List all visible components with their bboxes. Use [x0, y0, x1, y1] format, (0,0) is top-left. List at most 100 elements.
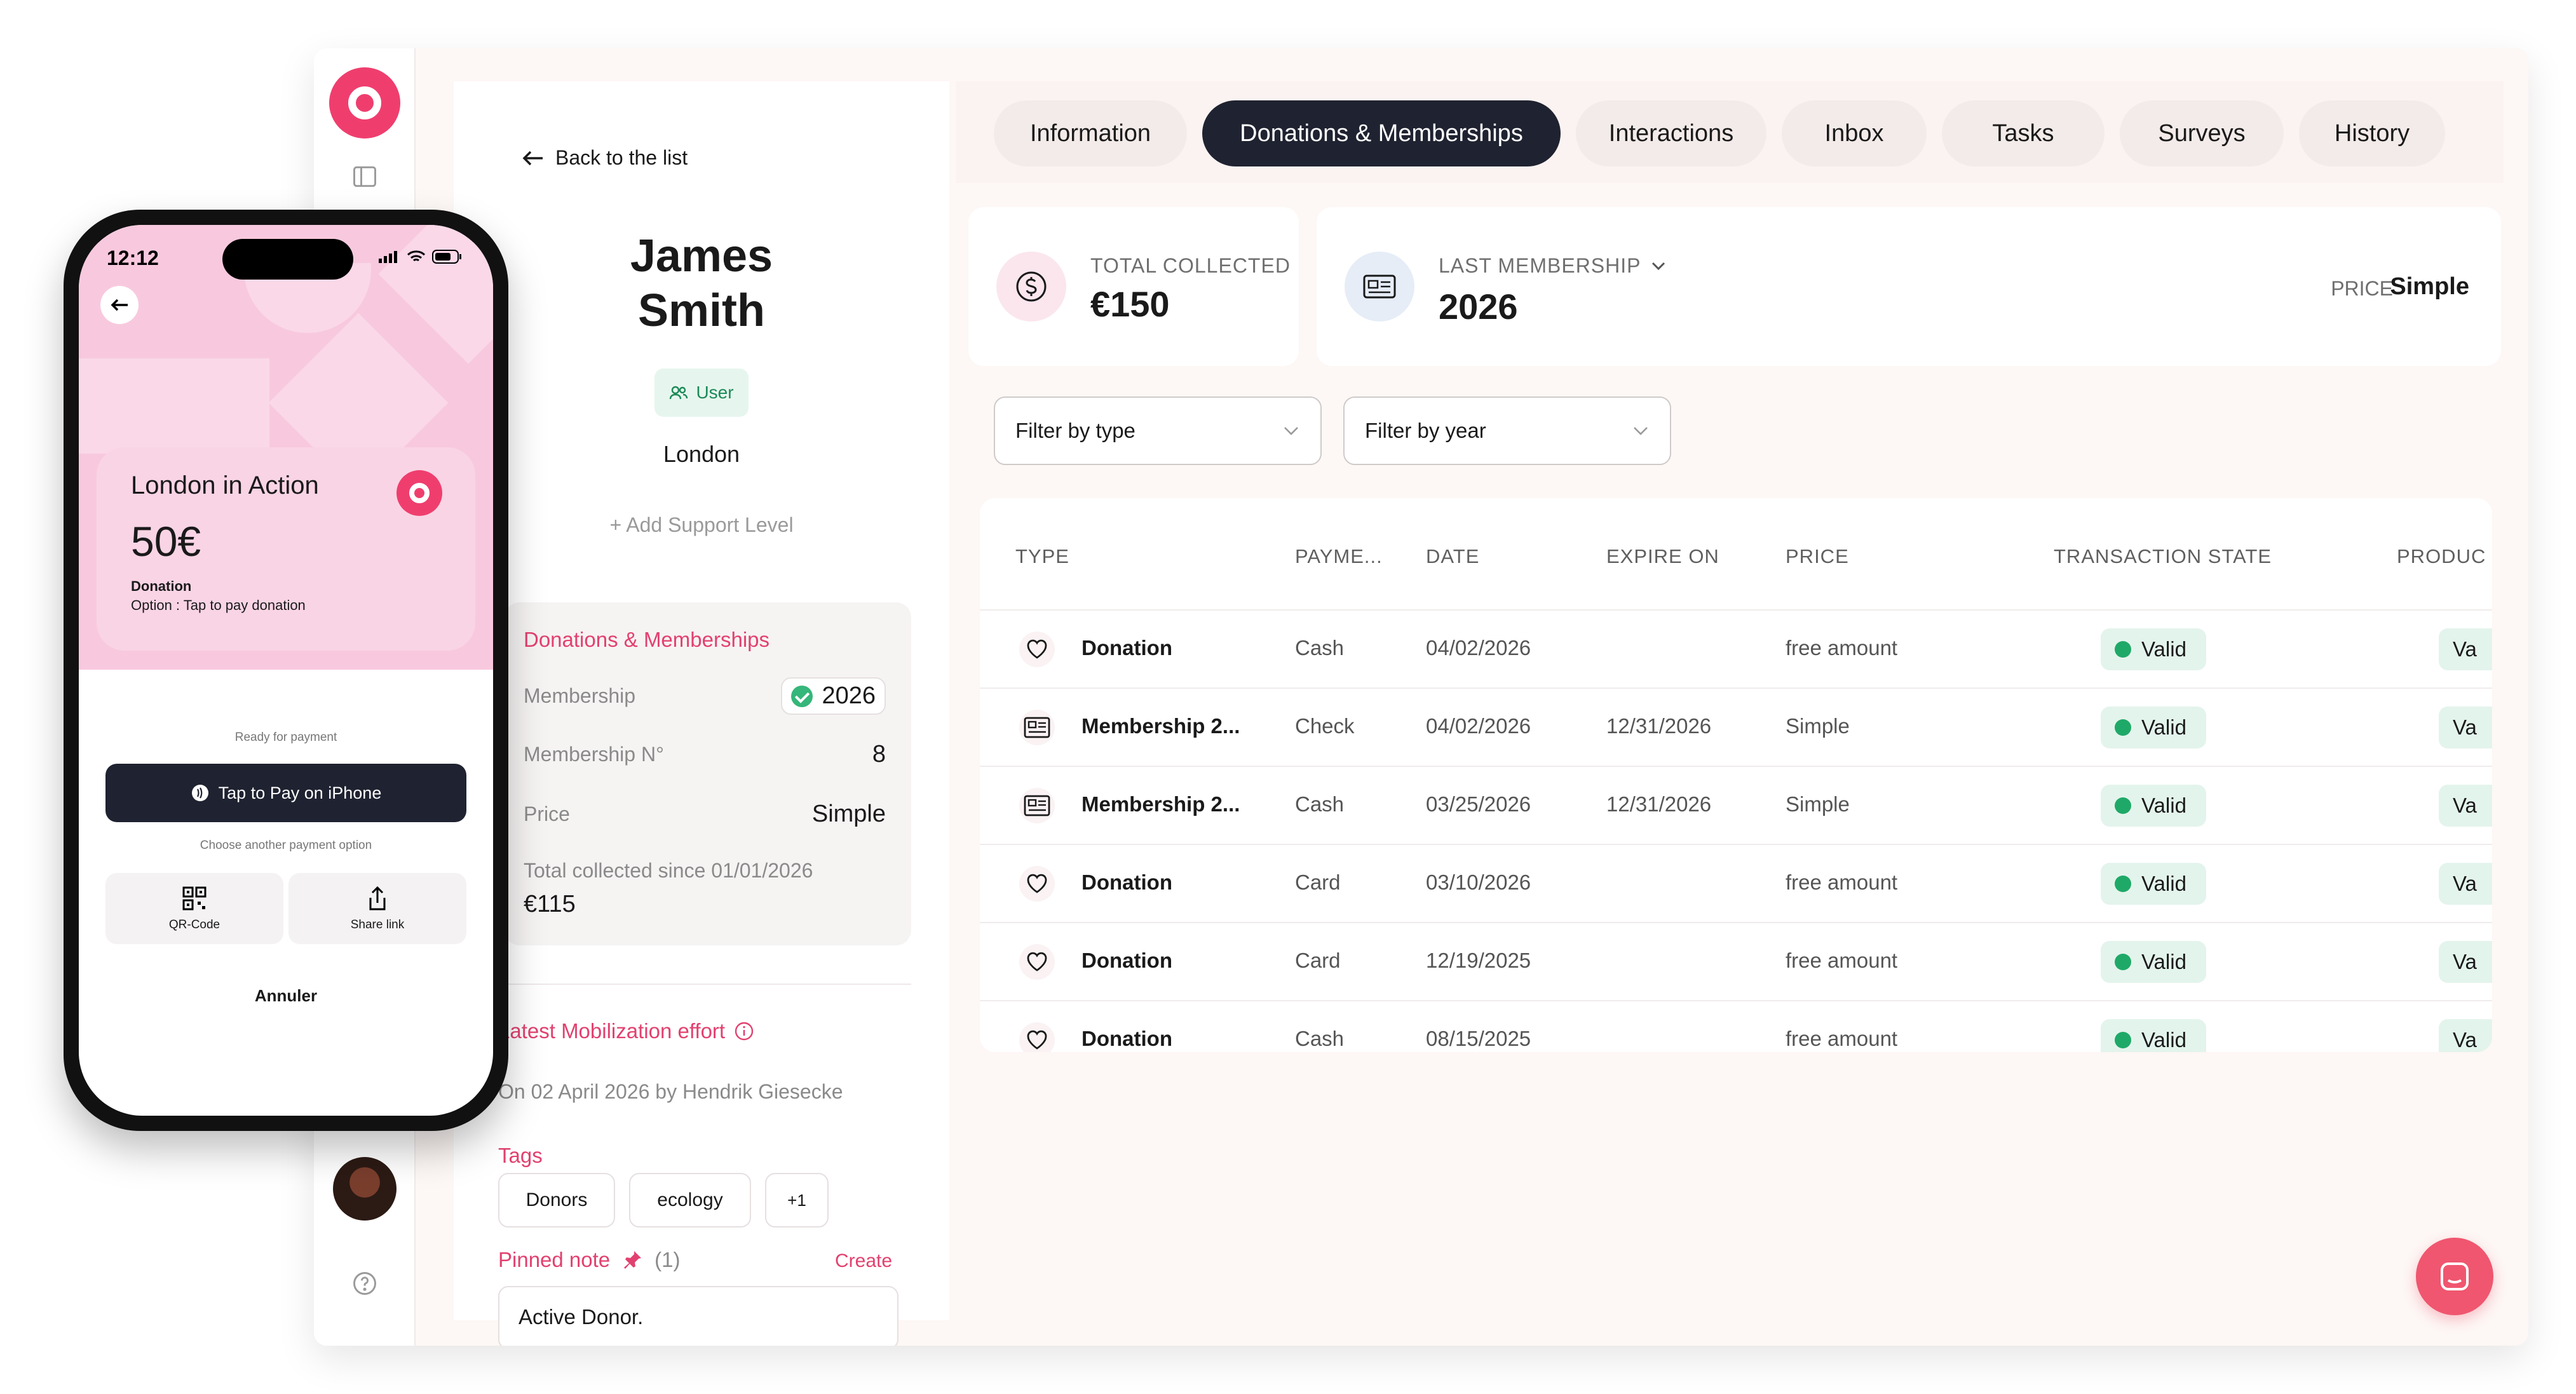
table-row[interactable]: Donation Card 03/10/2026 free amount Valid Va	[980, 844, 2492, 922]
column-header-state[interactable]: TRANSACTION STATE	[2054, 545, 2272, 568]
status-label: Valid	[2141, 637, 2186, 661]
qr-code-label: QR-Code	[168, 918, 220, 931]
tap-to-pay-label: Tap to Pay on iPhone	[218, 783, 382, 802]
status-label: Valid	[2141, 1028, 2186, 1052]
table-row[interactable]: Membership 2... Cash 03/25/2026 12/31/2026 S…	[980, 766, 2492, 844]
transactions-table: TYPE PAYME... DATE EXPIRE ON PRICE TRANS…	[980, 498, 2492, 1052]
share-icon	[369, 886, 386, 910]
column-header-type[interactable]: TYPE	[1015, 545, 1069, 568]
info-icon[interactable]	[734, 1021, 754, 1041]
tab-surveys[interactable]: Surveys	[2120, 100, 2284, 166]
contact-city: London	[663, 441, 740, 467]
tag-chip[interactable]: Donors	[498, 1173, 615, 1228]
heart-icon	[1019, 632, 1055, 667]
last-membership-card: LAST MEMBERSHIP 2026 PRICE Simple	[1317, 207, 2501, 366]
app-logo[interactable]	[329, 67, 400, 139]
create-note-button[interactable]: Create	[835, 1250, 892, 1272]
cell-type: Membership 2...	[1081, 792, 1240, 816]
tag-more-chip[interactable]: +1	[765, 1173, 829, 1228]
card-icon	[1019, 710, 1055, 745]
filter-by-year-select[interactable]: Filter by year	[1343, 396, 1671, 465]
status-label: Valid	[2141, 794, 2186, 817]
cell-price: free amount	[1786, 636, 1898, 660]
cell-product: Va	[2439, 785, 2492, 827]
stat-price-label: PRICE	[2331, 277, 2393, 300]
cell-type: Donation	[1081, 636, 1172, 660]
mobilization-title: Latest Mobilization effort	[498, 1019, 726, 1043]
user-avatar[interactable]	[333, 1157, 397, 1221]
tab-tasks[interactable]: Tasks	[1942, 100, 2105, 166]
sidebar-toggle-icon[interactable]	[351, 163, 379, 191]
total-collected-card: TOTAL COLLECTED €150	[968, 207, 1299, 366]
table-row[interactable]: Donation Card 12/19/2025 free amount Valid Va	[980, 922, 2492, 1000]
user-badge: User	[654, 369, 749, 417]
share-link-option[interactable]: Share link	[288, 873, 466, 944]
membership-card-icon	[1363, 274, 1396, 299]
first-name: James	[630, 231, 773, 281]
cell-type: Membership 2...	[1081, 714, 1240, 738]
help-icon[interactable]	[351, 1269, 379, 1297]
cell-type: Donation	[1081, 1027, 1172, 1050]
status-label: Valid	[2141, 715, 2186, 739]
back-to-list-link[interactable]: Back to the list	[522, 146, 688, 170]
cell-price: Simple	[1786, 792, 1850, 816]
arrow-left-icon	[522, 151, 543, 165]
cell-expire: 12/31/2026	[1606, 714, 1712, 738]
status-time: 12:12	[107, 247, 159, 269]
qr-code-option[interactable]: QR-Code	[105, 873, 283, 944]
cell-date: 04/02/2026	[1426, 714, 1531, 738]
last-membership-dropdown[interactable]: LAST MEMBERSHIP	[1439, 254, 1666, 278]
filter-by-type-select[interactable]: Filter by type	[994, 396, 1322, 465]
table-row[interactable]: Membership 2... Check 04/02/2026 12/31/2026…	[980, 687, 2492, 766]
pinned-note-text[interactable]: Active Donor.	[498, 1286, 898, 1346]
cell-type: Donation	[1081, 870, 1172, 894]
tag-chip[interactable]: ecology	[629, 1173, 751, 1228]
column-header-price[interactable]: PRICE	[1786, 545, 1849, 568]
status-label: Valid	[2141, 872, 2186, 895]
cell-date: 04/02/2026	[1426, 636, 1531, 660]
donations-summary-title: Donations & Memberships	[524, 628, 770, 651]
tab-interactions[interactable]: Interactions	[1576, 100, 1766, 166]
membership-year-pill[interactable]: 2026	[781, 677, 886, 715]
chat-icon	[2441, 1262, 2469, 1290]
column-header-expire[interactable]: EXPIRE ON	[1606, 545, 1719, 568]
cell-product: Va	[2439, 941, 2492, 983]
table-row[interactable]: Donation Cash 08/15/2025 free amount Valid Va	[980, 1000, 2492, 1052]
cell-product: Va	[2439, 1019, 2492, 1052]
status-dot-icon	[2115, 1032, 2131, 1048]
tab-inbox[interactable]: Inbox	[1782, 100, 1927, 166]
column-header-date[interactable]: DATE	[1426, 545, 1479, 568]
signal-icon	[379, 251, 397, 263]
add-support-level-button[interactable]: + Add Support Level	[454, 513, 949, 537]
cell-date: 03/10/2026	[1426, 870, 1531, 894]
tab-information[interactable]: Information	[994, 100, 1187, 166]
status-badge: Valid	[2101, 1019, 2206, 1052]
status-icons	[377, 249, 463, 264]
cancel-button[interactable]: Annuler	[79, 986, 493, 1006]
back-label: Back to the list	[555, 146, 688, 169]
mobilization-text: On 02 April 2026 by Hendrik Giesecke	[498, 1080, 843, 1103]
tap-to-pay-button[interactable]: Tap to Pay on iPhone	[105, 764, 466, 822]
cell-price: Simple	[1786, 714, 1850, 738]
tab-donations-memberships[interactable]: Donations & Memberships	[1202, 100, 1561, 166]
price-label: Price	[524, 802, 570, 825]
table-row[interactable]: Donation Cash 04/02/2026 free amount Valid Va	[980, 609, 2492, 687]
column-header-product[interactable]: PRODUC	[2397, 545, 2486, 568]
cell-expire: 12/31/2026	[1606, 792, 1712, 816]
status-dot-icon	[2115, 954, 2131, 970]
users-icon	[670, 386, 688, 400]
qr-code-icon	[182, 886, 207, 910]
phone-back-button[interactable]	[100, 286, 139, 324]
last-membership-value: 2026	[1439, 287, 1518, 327]
dynamic-island	[222, 239, 353, 280]
column-header-payment[interactable]: PAYME...	[1295, 545, 1383, 568]
chat-launcher-button[interactable]	[2416, 1238, 2493, 1315]
cell-payment: Check	[1295, 714, 1355, 738]
ready-for-payment-text: Ready for payment	[234, 731, 337, 744]
cell-payment: Card	[1295, 870, 1341, 894]
donations-summary-card: Donations & Memberships Membership 2026 …	[505, 602, 911, 945]
chevron-down-icon	[1284, 427, 1298, 435]
stat-price-value: Simple	[2390, 273, 2469, 300]
tab-history[interactable]: History	[2299, 100, 2445, 166]
organization-logo	[397, 470, 442, 516]
